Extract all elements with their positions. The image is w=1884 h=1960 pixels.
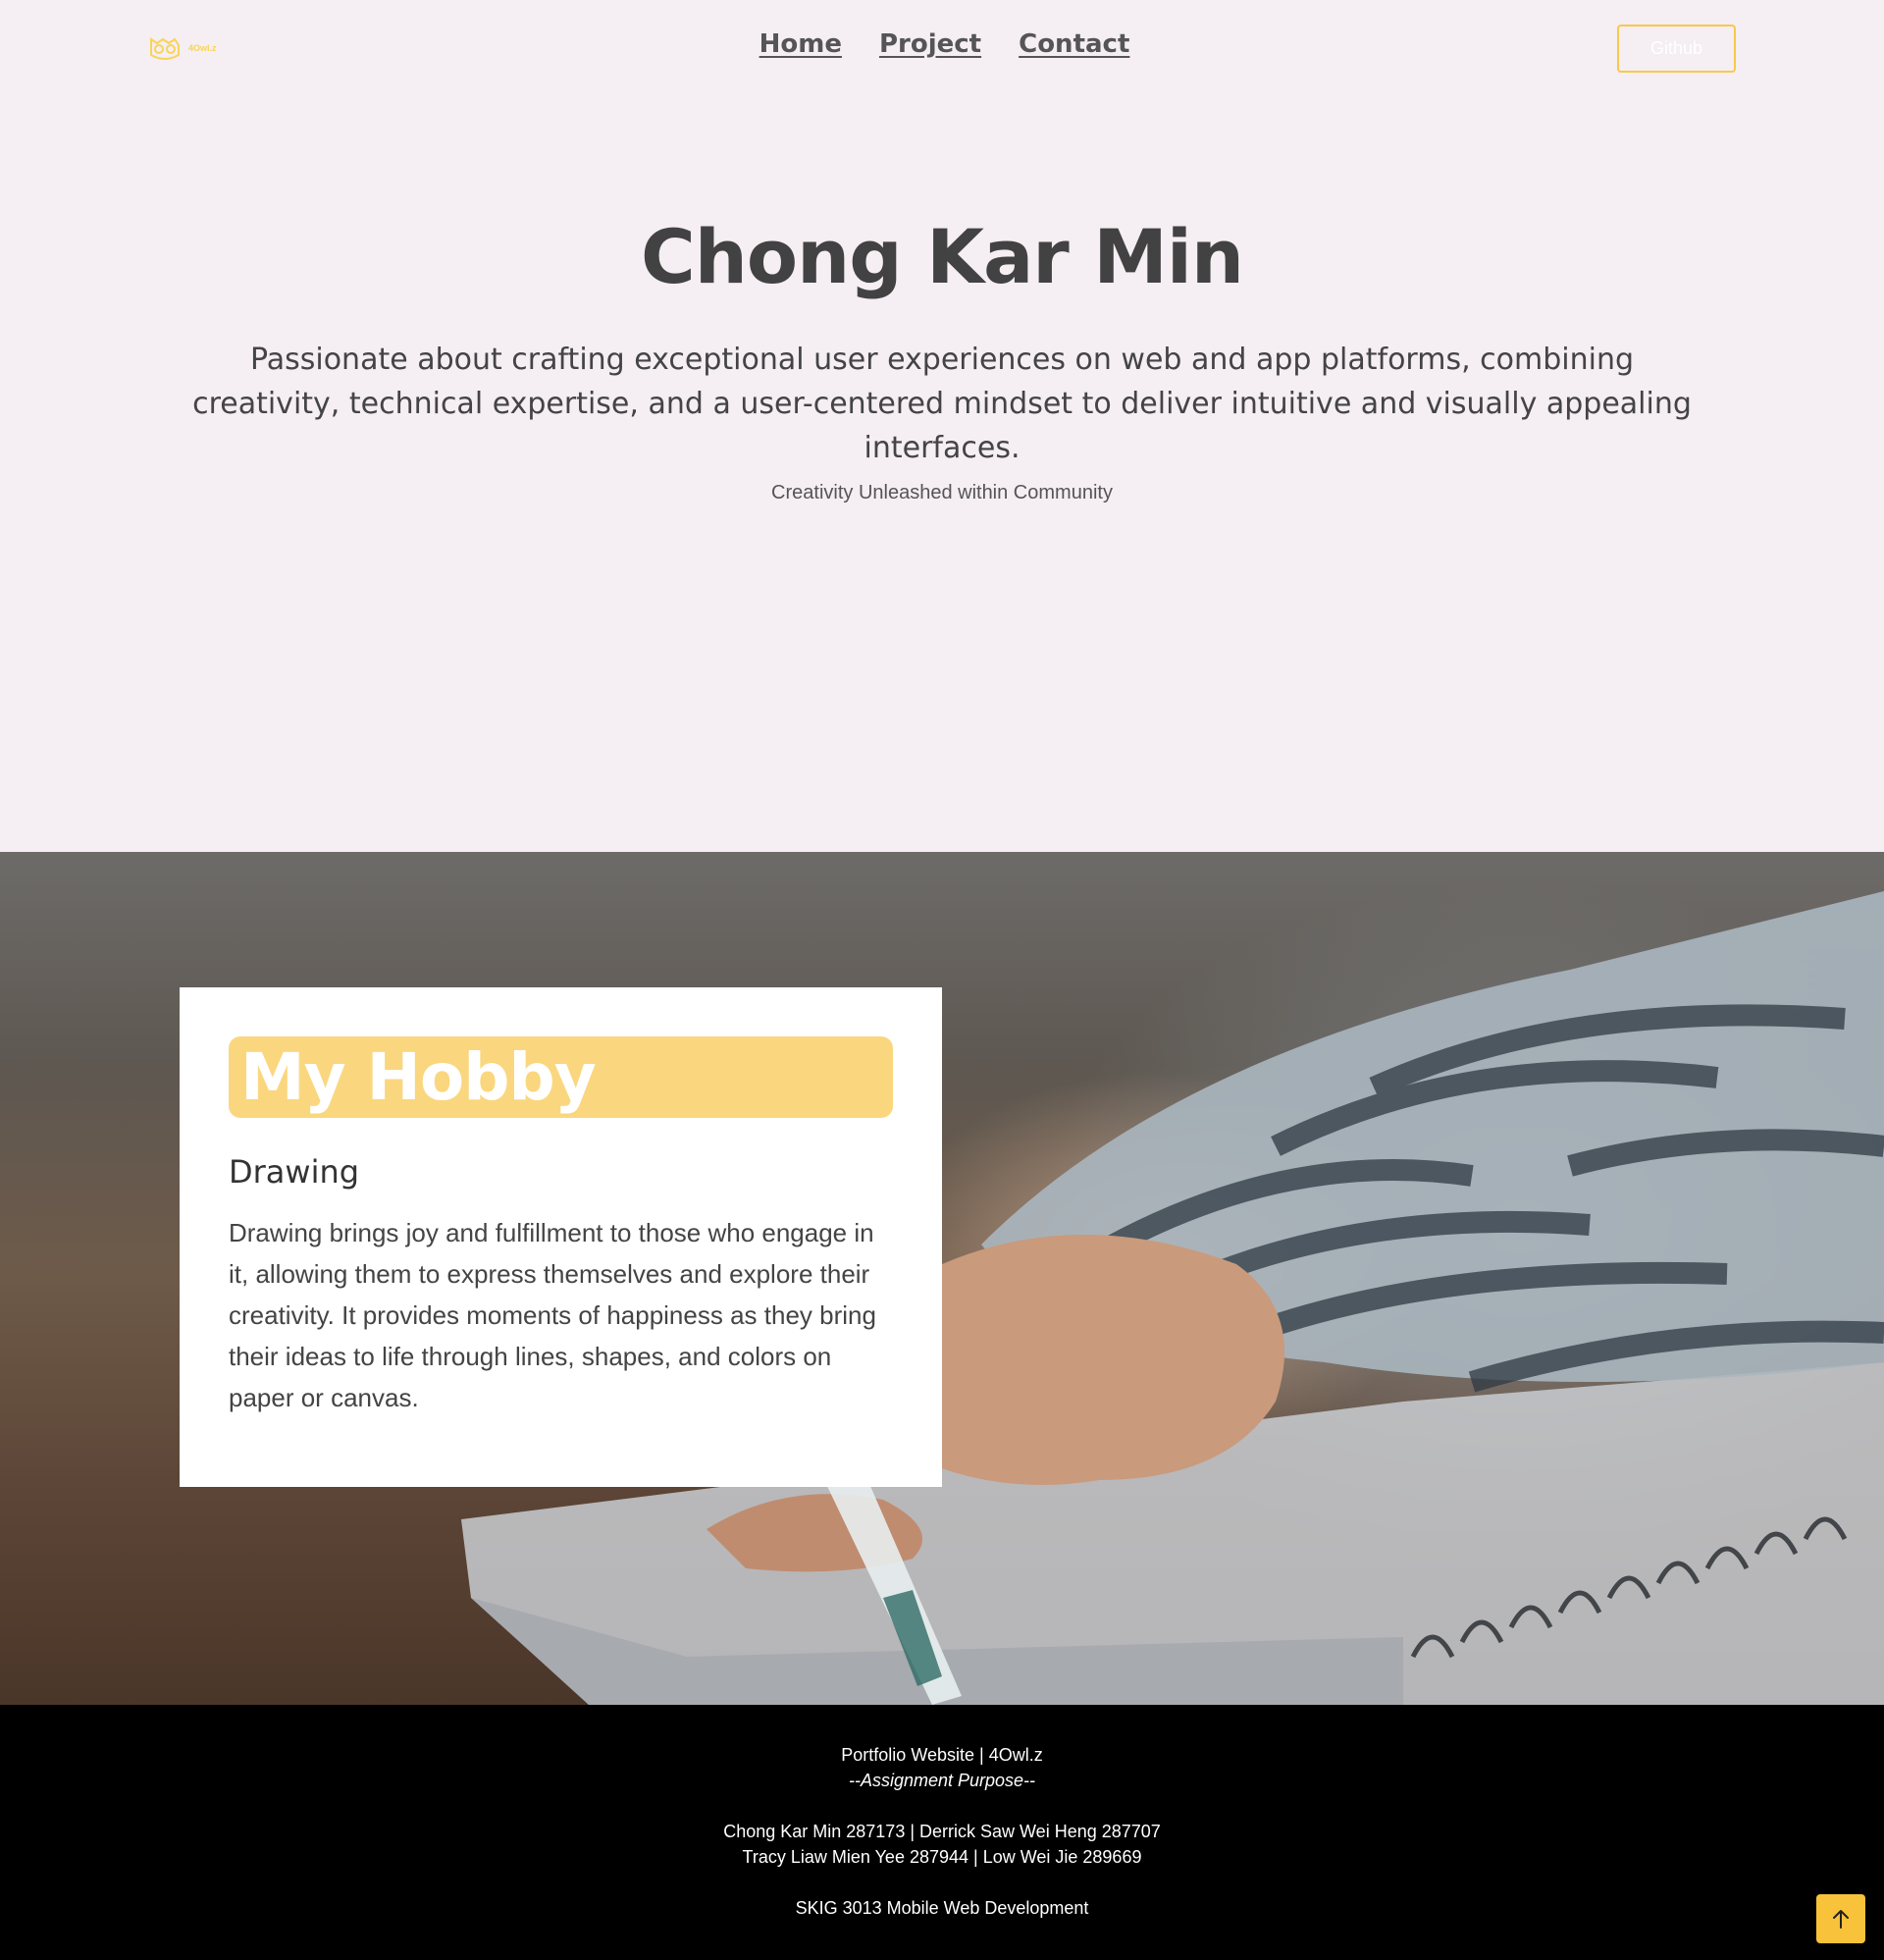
hobby-section: My Hobby Drawing Drawing brings joy and … (0, 852, 1884, 1705)
footer-site-line: Portfolio Website | 4Owl.z (841, 1745, 1043, 1765)
site-footer: Portfolio Website | 4Owl.z --Assignment … (0, 1705, 1884, 1960)
hobby-card: My Hobby Drawing Drawing brings joy and … (180, 987, 942, 1487)
hero-description: Passionate about crafting exceptional us… (192, 343, 1692, 465)
site-header: 4Owl.z Home Project Contact Github (0, 0, 1884, 98)
hero-tagline: Creativity Unleashed within Community (771, 482, 1113, 503)
main-nav: Home Project Contact (0, 29, 1884, 59)
footer-purpose-line: --Assignment Purpose-- (848, 1771, 1036, 1790)
footer-members-line-1: Chong Kar Min 287173 | Derrick Saw Wei H… (723, 1822, 1161, 1841)
hero-section: Chong Kar Min Passionate about crafting … (0, 98, 1884, 852)
hobby-subheading: Drawing (229, 1153, 360, 1191)
back-to-top-button[interactable] (1816, 1894, 1865, 1943)
nav-contact-link[interactable]: Contact (1019, 29, 1129, 59)
hobby-heading: My Hobby (229, 1036, 893, 1118)
hero-title: Chong Kar Min (641, 213, 1244, 300)
footer-course-line: SKIG 3013 Mobile Web Development (795, 1898, 1089, 1918)
arrow-up-icon (1833, 1910, 1849, 1929)
footer-members-line-2: Tracy Liaw Mien Yee 287944 | Low Wei Jie… (742, 1847, 1142, 1867)
nav-home-link[interactable]: Home (759, 29, 842, 59)
hobby-description: Drawing brings joy and fulfillment to th… (229, 1218, 876, 1412)
github-button[interactable]: Github (1617, 25, 1736, 73)
nav-project-link[interactable]: Project (879, 29, 981, 59)
